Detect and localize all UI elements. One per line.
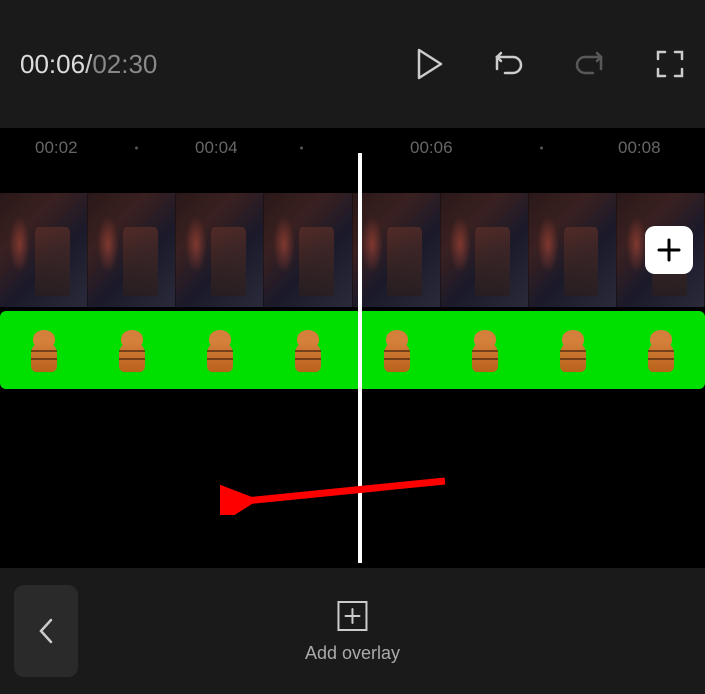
- ruler-mark: 00:06: [410, 138, 453, 158]
- undo-icon: [491, 49, 525, 79]
- bottom-toolbar: Add overlay: [0, 568, 705, 694]
- expand-icon: [655, 49, 685, 79]
- current-time: 00:06: [20, 49, 85, 79]
- overlay-clip-thumbnail: [617, 311, 705, 389]
- play-icon: [415, 48, 443, 80]
- ruler-dot: [135, 147, 138, 150]
- add-overlay-label: Add overlay: [305, 643, 400, 664]
- back-button[interactable]: [14, 585, 78, 677]
- overlay-clip-thumbnail: [176, 311, 264, 389]
- playback-toolbar: 00:06/02:30: [0, 0, 705, 128]
- overlay-clip-thumbnail: [441, 311, 529, 389]
- redo-button[interactable]: [573, 49, 607, 79]
- overlay-clip-thumbnail: [529, 311, 617, 389]
- ruler-mark: 00:08: [618, 138, 661, 158]
- ruler-mark: 00:04: [195, 138, 238, 158]
- time-display: 00:06/02:30: [20, 49, 157, 80]
- add-overlay-icon: [336, 599, 370, 633]
- chevron-left-icon: [37, 616, 55, 646]
- overlay-clip-thumbnail: [264, 311, 352, 389]
- playback-controls: [415, 48, 685, 80]
- overlay-track[interactable]: [0, 311, 705, 389]
- overlay-clip-thumbnail: [0, 311, 88, 389]
- video-clip-thumbnail: [0, 193, 88, 307]
- video-clip-thumbnail: [264, 193, 352, 307]
- add-clip-button[interactable]: [645, 226, 693, 274]
- fullscreen-button[interactable]: [655, 49, 685, 79]
- main-video-track[interactable]: [0, 193, 705, 307]
- redo-icon: [573, 49, 607, 79]
- video-clip-thumbnail: [176, 193, 264, 307]
- plus-icon: [656, 237, 682, 263]
- video-clip-thumbnail: [88, 193, 176, 307]
- timeline-area[interactable]: [0, 193, 705, 593]
- ruler-dot: [300, 147, 303, 150]
- timeline-ruler[interactable]: 00:02 00:04 00:06 00:08: [0, 128, 705, 168]
- video-clip-thumbnail: [353, 193, 441, 307]
- add-overlay-button[interactable]: Add overlay: [305, 599, 400, 664]
- video-clip-thumbnail: [441, 193, 529, 307]
- overlay-clip-thumbnail: [88, 311, 176, 389]
- annotation-arrow: [220, 471, 450, 515]
- undo-button[interactable]: [491, 49, 525, 79]
- video-clip-thumbnail: [529, 193, 617, 307]
- ruler-dot: [540, 147, 543, 150]
- overlay-clip-thumbnail: [353, 311, 441, 389]
- ruler-mark: 00:02: [35, 138, 78, 158]
- play-button[interactable]: [415, 48, 443, 80]
- total-time: 02:30: [92, 49, 157, 79]
